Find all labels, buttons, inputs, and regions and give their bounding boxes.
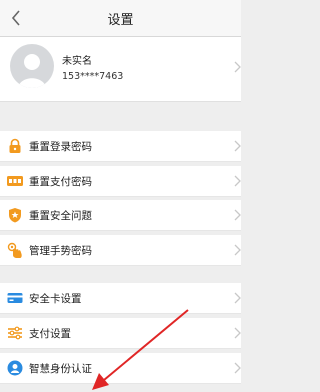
security-card-settings-item[interactable]: 安全卡设置	[0, 283, 241, 314]
manage-gesture-password-label: 管理手势密码	[29, 245, 92, 257]
chevron-right-icon	[234, 61, 241, 73]
identity-icon	[7, 360, 23, 376]
reset-security-question-item[interactable]: 重置安全问题	[0, 200, 241, 231]
payment-settings-item[interactable]: 支付设置	[0, 318, 241, 349]
chevron-right-icon	[234, 209, 241, 221]
pin-dots-icon	[7, 176, 23, 186]
reset-login-password-item[interactable]: 重置登录密码	[0, 131, 241, 162]
manage-gesture-password-item[interactable]: 管理手势密码	[0, 235, 241, 266]
reset-payment-password-label: 重置支付密码	[29, 176, 92, 188]
profile-phone: 153****7463	[62, 71, 124, 82]
reset-security-question-label: 重置安全问题	[29, 210, 92, 222]
security-card-settings-label: 安全卡设置	[29, 293, 82, 305]
chevron-right-icon	[234, 327, 241, 339]
reset-login-password-label: 重置登录密码	[29, 141, 92, 153]
top-bar: 设置	[0, 0, 241, 37]
default-avatar-icon	[18, 54, 46, 88]
chevron-right-icon	[234, 244, 241, 256]
page-title: 设置	[107, 13, 134, 28]
profile-card[interactable]: 未实名 153****7463	[0, 37, 241, 102]
lock-icon	[9, 138, 21, 153]
smart-identity-auth-item[interactable]: 智慧身份认证	[0, 353, 241, 384]
card-icon	[7, 293, 23, 303]
sliders-icon	[8, 326, 22, 340]
chevron-right-icon	[234, 140, 241, 152]
profile-name: 未实名	[62, 56, 92, 67]
smart-identity-auth-label: 智慧身份认证	[29, 363, 92, 375]
shield-icon	[9, 208, 21, 223]
gesture-hand-icon	[7, 242, 22, 258]
chevron-right-icon	[234, 175, 241, 187]
chevron-right-icon	[234, 362, 241, 374]
reset-payment-password-item[interactable]: 重置支付密码	[0, 166, 241, 197]
avatar	[10, 44, 54, 88]
chevron-right-icon	[234, 292, 241, 304]
payment-settings-label: 支付设置	[29, 328, 71, 340]
